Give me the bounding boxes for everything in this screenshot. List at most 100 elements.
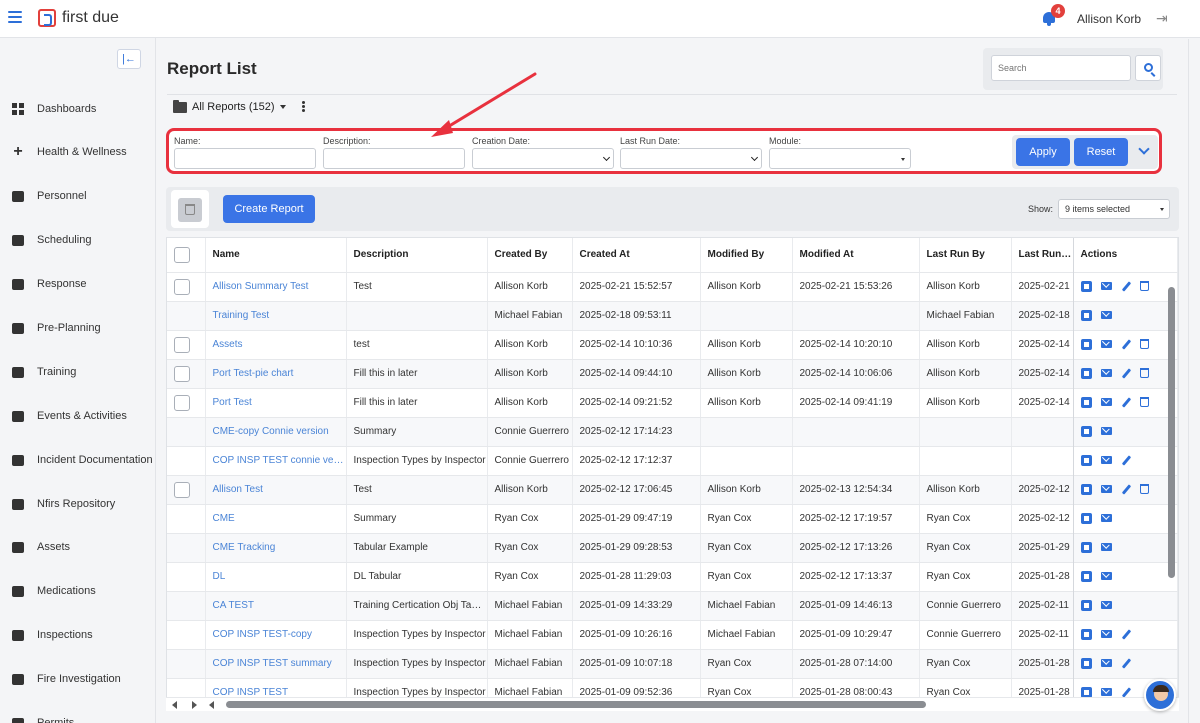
table-row[interactable]: Allison Summary Test Test Allison Korb 2025… (167, 272, 1178, 302)
report-name-link[interactable]: CME-copy Connie version (205, 417, 347, 447)
sidebar-item-personnel[interactable]: Personnel (0, 186, 156, 206)
row-checkbox[interactable] (174, 481, 190, 498)
copy-icon[interactable] (1080, 338, 1092, 350)
pencil-icon[interactable] (1121, 629, 1131, 640)
table-row[interactable]: CME Tracking Tabular Example Ryan Cox 2025-… (167, 533, 1178, 563)
row-checkbox[interactable] (174, 394, 190, 411)
search-input[interactable] (991, 55, 1131, 81)
sidebar-item-training[interactable]: Training (0, 362, 156, 382)
trash-icon[interactable] (1139, 397, 1149, 408)
column-header-modified-by[interactable]: Modified By (700, 238, 793, 273)
trash-icon[interactable] (1139, 368, 1149, 379)
pencil-icon[interactable] (1121, 339, 1131, 350)
column-header-description[interactable]: Description (346, 238, 488, 273)
logo[interactable]: first due (38, 9, 119, 27)
scroll-right-icon[interactable] (192, 701, 197, 709)
mail-icon[interactable] (1100, 572, 1112, 581)
report-name-link[interactable]: Port Test (205, 388, 347, 418)
folder-selector[interactable]: All Reports (152) (173, 99, 286, 114)
copy-icon[interactable] (1080, 570, 1092, 582)
copy-icon[interactable] (1080, 483, 1092, 495)
mail-icon[interactable] (1100, 427, 1112, 436)
mail-icon[interactable] (1100, 688, 1112, 697)
apply-button[interactable]: Apply (1016, 138, 1070, 166)
logout-icon[interactable]: ⇥ (1156, 11, 1170, 25)
column-header-last-run-by[interactable]: Last Run By (919, 238, 1012, 273)
pencil-icon[interactable] (1121, 455, 1131, 466)
mail-icon[interactable] (1100, 514, 1112, 523)
table-row[interactable]: CME-copy Connie version Summary Connie Gue… (167, 417, 1178, 447)
copy-icon[interactable] (1080, 309, 1092, 321)
scroll-left-icon[interactable] (209, 701, 214, 709)
report-name-link[interactable]: COP INSP TEST summary (205, 649, 347, 679)
creation-date-select[interactable] (472, 148, 614, 169)
report-name-link[interactable]: COP INSP TEST-copy (205, 620, 347, 650)
table-row[interactable]: Port Test Fill this in later Allison Korb 2… (167, 388, 1178, 418)
table-row[interactable]: Training Test Michael Fabian 2025-02-18 09… (167, 301, 1178, 331)
mail-icon[interactable] (1100, 485, 1112, 494)
report-name-link[interactable]: CA TEST (205, 591, 347, 621)
mail-icon[interactable] (1100, 543, 1112, 552)
show-columns-select[interactable]: 9 items selected (1058, 199, 1170, 219)
scroll-left-icon[interactable] (172, 701, 177, 709)
sidebar-item-response[interactable]: Response (0, 274, 156, 294)
report-name-link[interactable]: Allison Test (205, 475, 347, 505)
table-row[interactable]: DL DL Tabular Ryan Cox 2025-01-28 11:29:03 R… (167, 562, 1178, 592)
menu-icon[interactable] (8, 11, 22, 23)
report-name-link[interactable]: CME (205, 504, 347, 534)
copy-icon[interactable] (1080, 425, 1092, 437)
sidebar-item-permits[interactable]: Permits (0, 713, 156, 723)
report-name-link[interactable]: Port Test-pie chart (205, 359, 347, 389)
column-header-name[interactable]: Name (205, 238, 347, 273)
table-row[interactable]: Allison Test Test Allison Korb 2025-02-12 1… (167, 475, 1178, 505)
sidebar-item-incident-documentation[interactable]: Incident Documentation (0, 450, 156, 470)
report-name-link[interactable]: Assets (205, 330, 347, 360)
more-options-icon[interactable] (302, 101, 306, 113)
pencil-icon[interactable] (1121, 484, 1131, 495)
copy-icon[interactable] (1080, 657, 1092, 669)
sidebar-item-health-wellness[interactable]: + Health & Wellness (0, 142, 156, 162)
last-run-date-select[interactable] (620, 148, 762, 169)
expand-filters-button[interactable] (1133, 136, 1157, 166)
mail-icon[interactable] (1100, 282, 1112, 291)
copy-icon[interactable] (1080, 454, 1092, 466)
select-all-checkbox[interactable] (174, 246, 190, 263)
table-row[interactable]: COP INSP TEST connie version Inspection T… (167, 446, 1178, 476)
name-filter-input[interactable] (174, 148, 316, 169)
collapse-sidebar-button[interactable]: |← (117, 49, 141, 69)
reset-button[interactable]: Reset (1074, 138, 1128, 166)
horizontal-scroll-thumb[interactable] (226, 701, 926, 708)
description-filter-input[interactable] (323, 148, 465, 169)
sidebar-item-assets[interactable]: Assets (0, 537, 156, 557)
mail-icon[interactable] (1100, 340, 1112, 349)
table-row[interactable]: COP INSP TEST summary Inspection Types by… (167, 649, 1178, 679)
row-checkbox[interactable] (174, 365, 190, 382)
copy-icon[interactable] (1080, 367, 1092, 379)
sidebar-item-fire-investigation[interactable]: Fire Investigation (0, 669, 156, 689)
trash-icon[interactable] (1139, 339, 1149, 350)
sidebar-item-inspections[interactable]: Inspections (0, 625, 156, 645)
row-checkbox[interactable] (174, 336, 190, 353)
copy-icon[interactable] (1080, 512, 1092, 524)
copy-icon[interactable] (1080, 628, 1092, 640)
row-checkbox[interactable] (174, 278, 190, 295)
mail-icon[interactable] (1100, 601, 1112, 610)
pencil-icon[interactable] (1121, 658, 1131, 669)
column-header-last-run-at[interactable]: Last Run At (1011, 238, 1074, 273)
user-name[interactable]: Allison Korb (1077, 12, 1141, 26)
mail-icon[interactable] (1100, 630, 1112, 639)
sidebar-item-dashboards[interactable]: Dashboards (0, 99, 156, 119)
copy-icon[interactable] (1080, 599, 1092, 611)
report-name-link[interactable]: Allison Summary Test (205, 272, 347, 302)
pencil-icon[interactable] (1121, 368, 1131, 379)
mail-icon[interactable] (1100, 369, 1112, 378)
column-header-created-at[interactable]: Created At (572, 238, 701, 273)
sidebar-item-events-activities[interactable]: Events & Activities (0, 406, 156, 426)
table-row[interactable]: Port Test-pie chart Fill this in later All… (167, 359, 1178, 389)
copy-icon[interactable] (1080, 396, 1092, 408)
sidebar-item-pre-planning[interactable]: Pre-Planning (0, 318, 156, 338)
trash-icon[interactable] (1139, 484, 1149, 495)
support-chat-avatar[interactable] (1144, 679, 1176, 711)
report-name-link[interactable]: DL (205, 562, 347, 592)
pencil-icon[interactable] (1121, 397, 1131, 408)
